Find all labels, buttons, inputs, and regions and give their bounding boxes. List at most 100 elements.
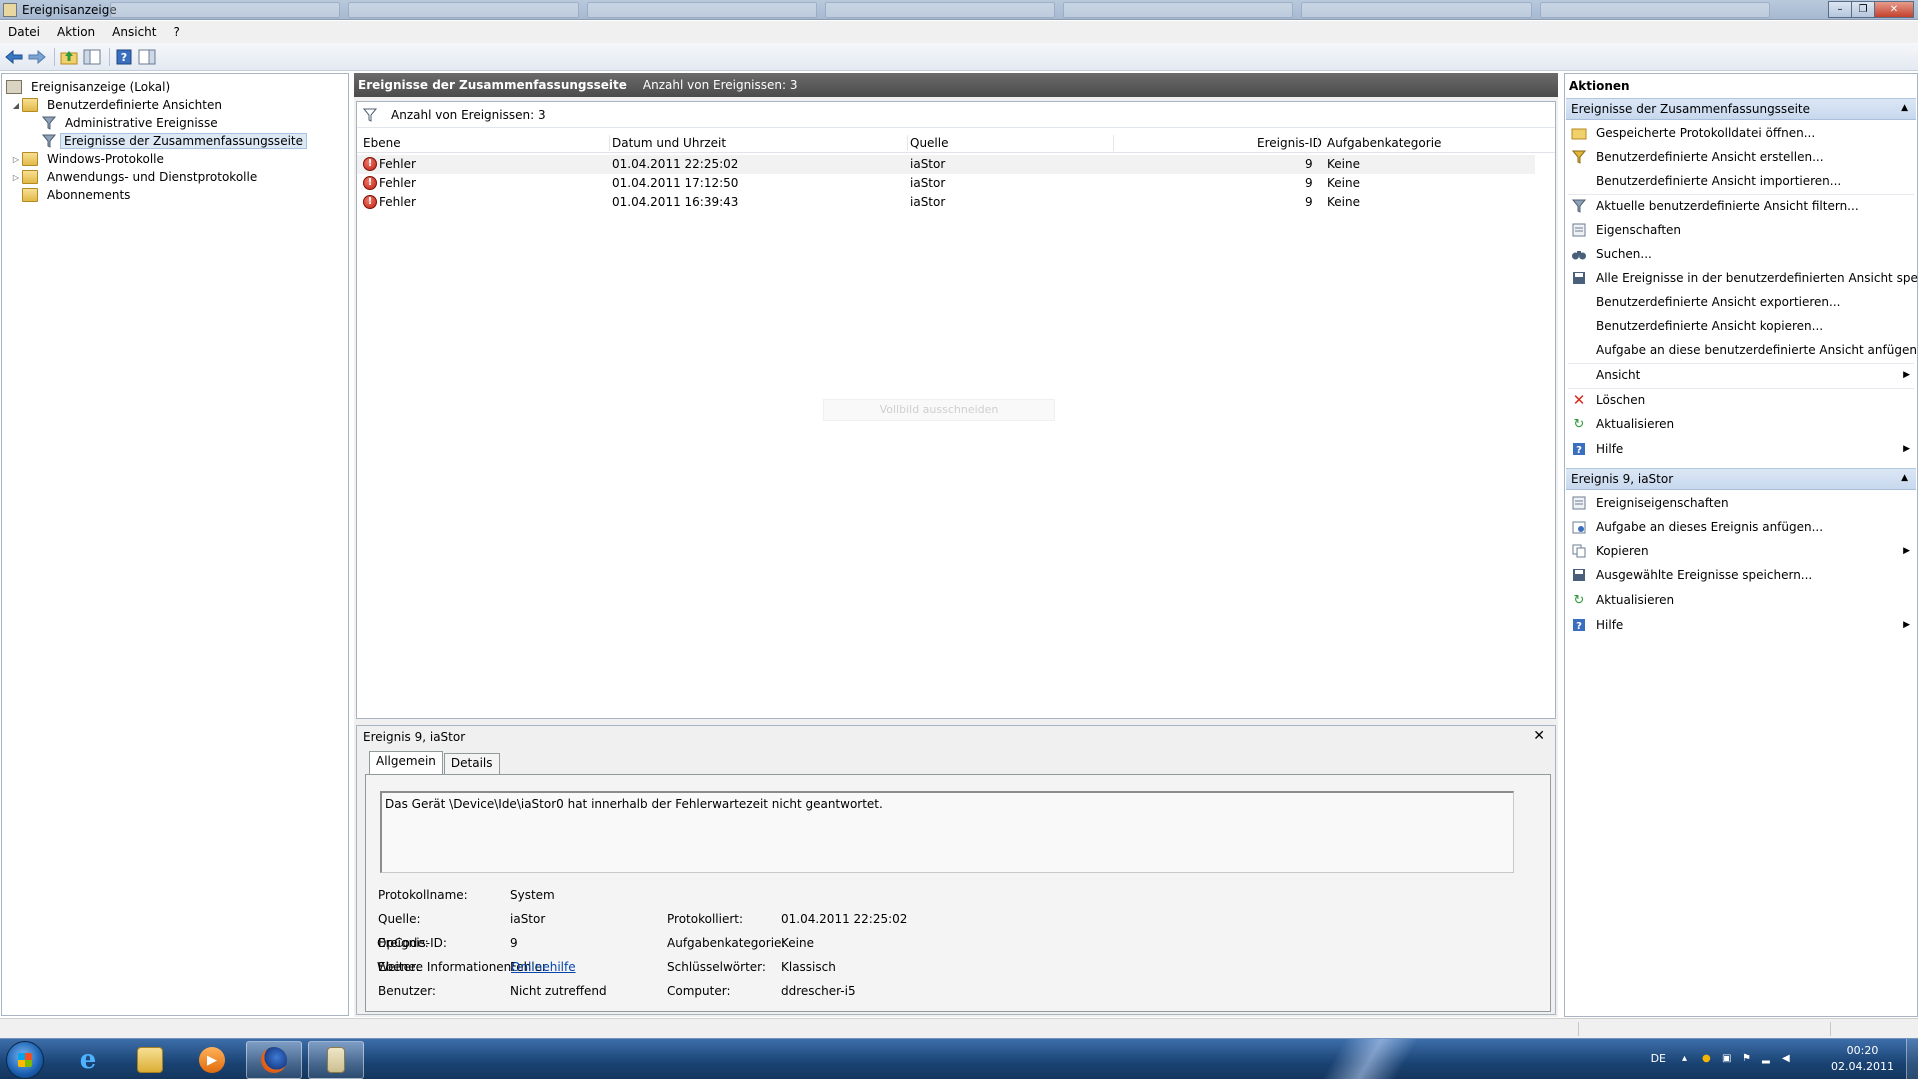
tree-item-custom-views[interactable]: ◢ Benutzerdefinierte Ansichten [10, 96, 227, 114]
column-separator[interactable] [1317, 135, 1318, 151]
action-view-submenu[interactable]: Ansicht ▶ [1566, 364, 1916, 386]
action-label: Löschen [1596, 393, 1646, 407]
action-help-submenu[interactable]: ? Hilfe ▶ [1566, 438, 1916, 460]
column-header-source[interactable]: Quelle [910, 136, 948, 150]
table-row[interactable]: ! Fehler 01.04.2011 22:25:02 iaStor 9 Ke… [357, 155, 1535, 174]
computer-label: Computer: [667, 984, 731, 998]
action-export-custom-view[interactable]: Benutzerdefinierte Ansicht exportieren..… [1566, 291, 1916, 313]
taskbar-firefox[interactable] [246, 1041, 302, 1079]
action-copy-submenu[interactable]: Kopieren ▶ [1566, 540, 1916, 562]
up-folder-icon[interactable] [59, 47, 79, 67]
tab-allgemein[interactable]: Allgemein [369, 751, 443, 774]
column-separator[interactable] [907, 135, 908, 151]
tree-label: Benutzerdefinierte Ansichten [47, 98, 222, 112]
menu-aktion[interactable]: Aktion [57, 25, 95, 39]
menu-help[interactable]: ? [173, 25, 179, 39]
action-copy-custom-view[interactable]: Benutzerdefinierte Ansicht kopieren... [1566, 315, 1916, 337]
start-button[interactable] [6, 1041, 44, 1079]
column-header-task-category[interactable]: Aufgabenkategorie [1327, 136, 1441, 150]
svg-text:?: ? [1576, 445, 1582, 456]
folder-icon [137, 1047, 163, 1073]
tree-item-app-service-logs[interactable]: ▷ Anwendungs- und Dienstprotokolle [10, 168, 262, 186]
expanded-arrow-icon[interactable]: ◢ [10, 101, 22, 110]
taskbar-internet-explorer[interactable]: e [60, 1041, 116, 1079]
action-save-all-events[interactable]: Alle Ereignisse in der benutzerdefiniert… [1566, 267, 1918, 289]
actions-panel: Aktionen Ereignisse der Zusammenfassungs… [1564, 73, 1918, 1017]
action-properties[interactable]: Eigenschaften [1566, 219, 1916, 241]
taskbar-explorer[interactable] [122, 1041, 178, 1079]
taskbar-media-player[interactable]: ▶ [184, 1041, 240, 1079]
source-value: iaStor [510, 912, 546, 926]
menu-ansicht[interactable]: Ansicht [112, 25, 156, 39]
table-row[interactable]: ! Fehler 01.04.2011 17:12:50 iaStor 9 Ke… [357, 174, 1535, 193]
minimize-button[interactable]: – [1828, 1, 1852, 18]
clock[interactable]: 00:20 02.04.2011 [1831, 1043, 1894, 1075]
actions-section-summary[interactable]: Ereignisse der Zusammenfassungsseite ▲ [1566, 98, 1916, 120]
action-open-saved-log[interactable]: Gespeicherte Protokolldatei öffnen... [1566, 122, 1916, 144]
network-icon[interactable]: ▂ [1762, 1053, 1774, 1065]
actions-section-event[interactable]: Ereignis 9, iaStor ▲ [1566, 468, 1916, 490]
close-window-button[interactable]: ✕ [1874, 1, 1914, 18]
show-hide-action-icon[interactable] [137, 47, 157, 67]
tree-item-subscriptions[interactable]: Abonnements [22, 186, 135, 204]
help-icon[interactable]: ? [114, 47, 134, 67]
action-attach-task-view[interactable]: Aufgabe an diese benutzerdefinierte Ansi… [1566, 339, 1918, 361]
column-separator[interactable] [609, 135, 610, 151]
action-help-event-submenu[interactable]: ? Hilfe ▶ [1566, 614, 1916, 636]
tree-item-root[interactable]: Ereignisanzeige (Lokal) [6, 78, 175, 96]
action-attach-task-event[interactable]: Aufgabe an dieses Ereignis anfügen... [1566, 516, 1916, 538]
tree-item-windows-logs[interactable]: ▷ Windows-Protokolle [10, 150, 169, 168]
action-label: Eigenschaften [1596, 223, 1682, 237]
tree-item-summary-events[interactable]: Ereignisse der Zusammenfassungsseite [41, 132, 307, 150]
collapsed-arrow-icon[interactable]: ▷ [10, 155, 22, 164]
taskbar-event-viewer[interactable] [308, 1041, 364, 1079]
tree-item-admin-events[interactable]: Administrative Ereignisse [41, 114, 223, 132]
volume-icon[interactable]: ◀ [1782, 1053, 1794, 1065]
action-delete[interactable]: ✕ Löschen [1566, 389, 1916, 411]
language-indicator[interactable]: DE [1651, 1052, 1666, 1065]
collapsed-arrow-icon[interactable]: ▷ [10, 173, 22, 182]
close-icon[interactable]: ✕ [1533, 728, 1545, 744]
event-viewer-icon [327, 1047, 345, 1073]
action-search[interactable]: Suchen... [1566, 243, 1916, 265]
background-tab [586, 2, 817, 18]
monitor-icon[interactable]: ▣ [1722, 1053, 1734, 1065]
action-create-custom-view[interactable]: Benutzerdefinierte Ansicht erstellen... [1566, 146, 1916, 168]
filter-icon [41, 134, 57, 148]
actions-title: Aktionen [1569, 79, 1630, 93]
column-header-datetime[interactable]: Datum und Uhrzeit [612, 136, 726, 150]
online-help-link[interactable]: Onlinehilfe [511, 960, 576, 974]
collapse-arrow-icon[interactable]: ▲ [1901, 103, 1908, 113]
action-filter-view[interactable]: Aktuelle benutzerdefinierte Ansicht filt… [1566, 195, 1916, 217]
action-label: Suchen... [1596, 247, 1652, 261]
actions-section-title: Ereignisse der Zusammenfassungsseite [1571, 102, 1810, 116]
forward-icon[interactable] [27, 47, 47, 67]
menu-datei[interactable]: Datei [8, 25, 40, 39]
column-header-level[interactable]: Ebene [363, 136, 401, 150]
maximize-button[interactable]: ❐ [1851, 1, 1875, 18]
collapse-arrow-icon[interactable]: ▲ [1901, 473, 1908, 483]
column-header-event-id[interactable]: Ereignis-ID [1257, 136, 1322, 150]
column-separator[interactable] [1113, 135, 1114, 151]
user-label: Benutzer: [378, 984, 436, 998]
action-event-properties[interactable]: Ereigniseigenschaften [1566, 492, 1916, 514]
back-icon[interactable] [4, 47, 24, 67]
cell-task-category: Keine [1327, 195, 1360, 209]
opcode-label: OpCode: [377, 936, 429, 950]
tab-details[interactable]: Details [443, 753, 500, 774]
table-row[interactable]: ! Fehler 01.04.2011 16:39:43 iaStor 9 Ke… [357, 193, 1535, 212]
event-description[interactable]: Das Gerät \Device\Ide\iaStor0 hat innerh… [380, 791, 1514, 873]
show-hidden-icons-icon[interactable]: ▴ [1682, 1053, 1694, 1065]
log-name-value: System [510, 888, 555, 902]
show-desktop-button[interactable] [1906, 1039, 1918, 1079]
action-refresh[interactable]: ↻ Aktualisieren [1566, 413, 1916, 435]
show-hide-tree-icon[interactable] [82, 47, 102, 67]
action-refresh-event[interactable]: ↻ Aktualisieren [1566, 589, 1916, 611]
action-center-flag-icon[interactable]: ⚑ [1742, 1053, 1754, 1065]
firefox-icon [261, 1047, 287, 1073]
antivirus-icon[interactable]: ● [1702, 1053, 1714, 1065]
cell-source: iaStor [910, 176, 946, 190]
action-save-selected-events[interactable]: Ausgewählte Ereignisse speichern... [1566, 564, 1916, 586]
save-icon [1571, 270, 1587, 286]
action-import-custom-view[interactable]: Benutzerdefinierte Ansicht importieren..… [1566, 170, 1916, 192]
